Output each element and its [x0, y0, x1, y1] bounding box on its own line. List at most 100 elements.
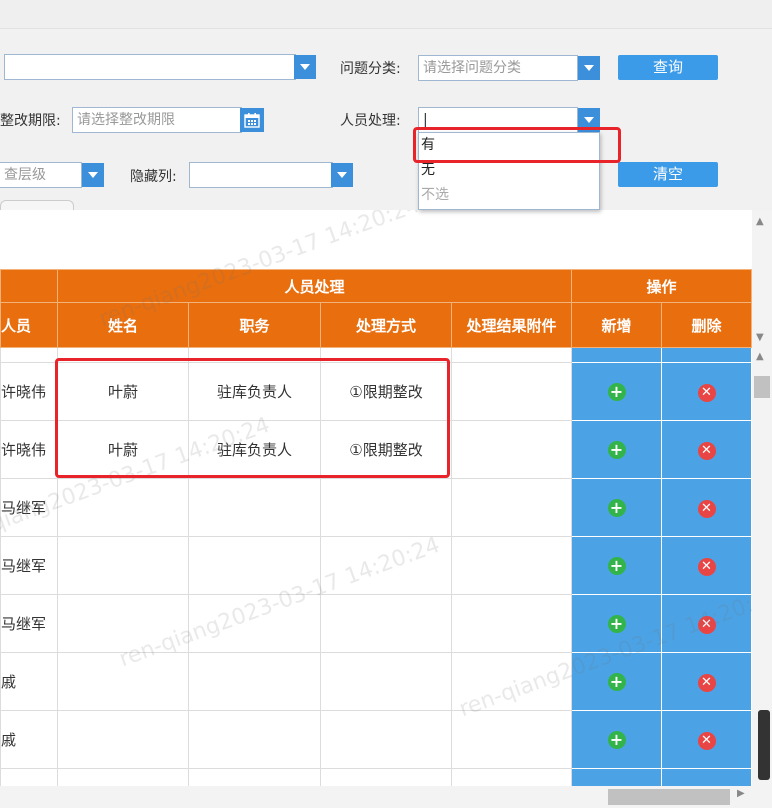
cell-person: 戚 [0, 710, 58, 769]
add-cell[interactable]: + [571, 652, 662, 711]
delete-cell[interactable]: ✕ [661, 710, 752, 769]
cell-attachment [451, 420, 572, 479]
first-filter-dropdown-button[interactable] [294, 55, 316, 79]
plus-circle-icon[interactable]: + [607, 498, 626, 517]
delete-cell[interactable]: ✕ [661, 362, 752, 421]
delete-cell[interactable]: ✕ [661, 478, 752, 537]
hide-column-input[interactable] [189, 162, 333, 188]
add-cell[interactable]: + [571, 594, 662, 653]
cell-name [57, 652, 189, 711]
scroll-up-icon[interactable]: ▲ [756, 351, 764, 362]
cell-method [320, 594, 452, 653]
cell-attachment [451, 594, 572, 653]
cell-name [57, 594, 189, 653]
scroll-thumb[interactable] [754, 376, 770, 398]
deadline-label: 整改期限: [0, 113, 61, 129]
header-method: 处理方式 [320, 302, 452, 348]
query-button[interactable]: 查询 [618, 55, 718, 80]
cell-position [188, 652, 321, 711]
cell-position [188, 536, 321, 595]
plus-circle-icon[interactable]: + [607, 556, 626, 575]
top-toolbar [0, 0, 772, 29]
x-circle-icon[interactable]: ✕ [697, 673, 716, 692]
category-label: 问题分类: [340, 61, 401, 77]
scroll-right-icon[interactable]: ▶ [737, 788, 745, 799]
delete-cell[interactable]: ✕ [661, 420, 752, 479]
x-circle-icon[interactable]: ✕ [697, 557, 716, 576]
plus-circle-icon[interactable]: + [607, 614, 626, 633]
cell-position [188, 478, 321, 537]
op-cell [661, 347, 752, 363]
x-circle-icon[interactable]: ✕ [697, 383, 716, 402]
cell-person: 许晓伟 [0, 420, 58, 479]
category-dropdown-button[interactable] [578, 56, 600, 80]
x-circle-icon[interactable]: ✕ [697, 731, 716, 750]
hide-column-dropdown-button[interactable] [331, 163, 353, 187]
chevron-down-icon [88, 172, 98, 178]
add-cell[interactable]: + [571, 478, 662, 537]
header-add: 新增 [571, 302, 662, 348]
delete-cell[interactable]: ✕ [661, 652, 752, 711]
cell-attachment [451, 710, 572, 769]
header-name: 姓名 [57, 302, 189, 348]
cell-person: 马继军 [0, 536, 58, 595]
cell-person: 马继军 [0, 478, 58, 537]
add-cell[interactable]: + [571, 362, 662, 421]
personnel-label: 人员处理: [340, 113, 401, 129]
cell-position [188, 710, 321, 769]
cell-person: 许晓伟 [0, 362, 58, 421]
cell-method [320, 536, 452, 595]
scroll-up-icon[interactable]: ▲ [756, 216, 764, 227]
cell-person: 戚 [0, 652, 58, 711]
header-position: 职务 [188, 302, 321, 348]
add-cell[interactable]: + [571, 536, 662, 595]
chevron-down-icon [337, 172, 347, 178]
calendar-button[interactable] [240, 108, 264, 132]
plus-circle-icon[interactable]: + [607, 382, 626, 401]
cell-attachment [451, 652, 572, 711]
cell-method [320, 478, 452, 537]
rows-highlight-box [55, 358, 450, 478]
cell-name [57, 478, 189, 537]
hide-column-label: 隐藏列: [130, 169, 177, 185]
add-cell[interactable]: + [571, 420, 662, 479]
op-cell [571, 768, 662, 786]
first-filter-input[interactable] [4, 54, 296, 80]
delete-cell[interactable]: ✕ [661, 536, 752, 595]
table-row: 戚 + ✕ [0, 652, 752, 711]
option-none[interactable]: 不选 [419, 183, 599, 208]
table-row: 马继军 + ✕ [0, 594, 752, 653]
header-attachment: 处理结果附件 [451, 302, 572, 348]
x-circle-icon[interactable]: ✕ [697, 499, 716, 518]
plus-circle-icon[interactable]: + [607, 440, 626, 459]
cell-name [57, 710, 189, 769]
horizontal-scrollbar[interactable]: ▶ [0, 786, 772, 808]
plus-circle-icon[interactable]: + [607, 672, 626, 691]
plus-circle-icon[interactable]: + [607, 730, 626, 749]
level-dropdown-button[interactable] [82, 163, 104, 187]
cell-method [320, 710, 452, 769]
cell-method [320, 652, 452, 711]
chevron-down-icon [300, 64, 310, 70]
table-row: 马继军 + ✕ [0, 478, 752, 537]
x-circle-icon[interactable]: ✕ [697, 615, 716, 634]
deadline-input[interactable]: 请选择整改期限 [72, 107, 242, 133]
header-personnel-group: 人员处理 [57, 269, 572, 303]
chevron-down-icon [584, 65, 594, 71]
x-circle-icon[interactable]: ✕ [697, 441, 716, 460]
delete-cell[interactable]: ✕ [661, 594, 752, 653]
calendar-icon [244, 113, 260, 128]
data-table: 人员处理 操作 人员 姓名 职务 处理方式 处理结果附件 新增 删除 许晓伟 叶… [0, 269, 752, 786]
hscroll-thumb[interactable] [608, 789, 730, 805]
cell-position [188, 594, 321, 653]
clear-button[interactable]: 清空 [618, 162, 718, 187]
category-input[interactable]: 请选择问题分类 [418, 55, 578, 81]
chevron-down-icon [584, 117, 594, 123]
add-cell[interactable]: + [571, 710, 662, 769]
scroll-widget [758, 710, 770, 780]
cell-attachment [451, 362, 572, 421]
table-row: 戚 + ✕ [0, 710, 752, 769]
level-input[interactable]: 查层级 [0, 162, 82, 188]
scroll-down-icon[interactable]: ▼ [756, 332, 764, 343]
vertical-scrollbar[interactable]: ▲ ▼ ▲ [752, 210, 772, 786]
